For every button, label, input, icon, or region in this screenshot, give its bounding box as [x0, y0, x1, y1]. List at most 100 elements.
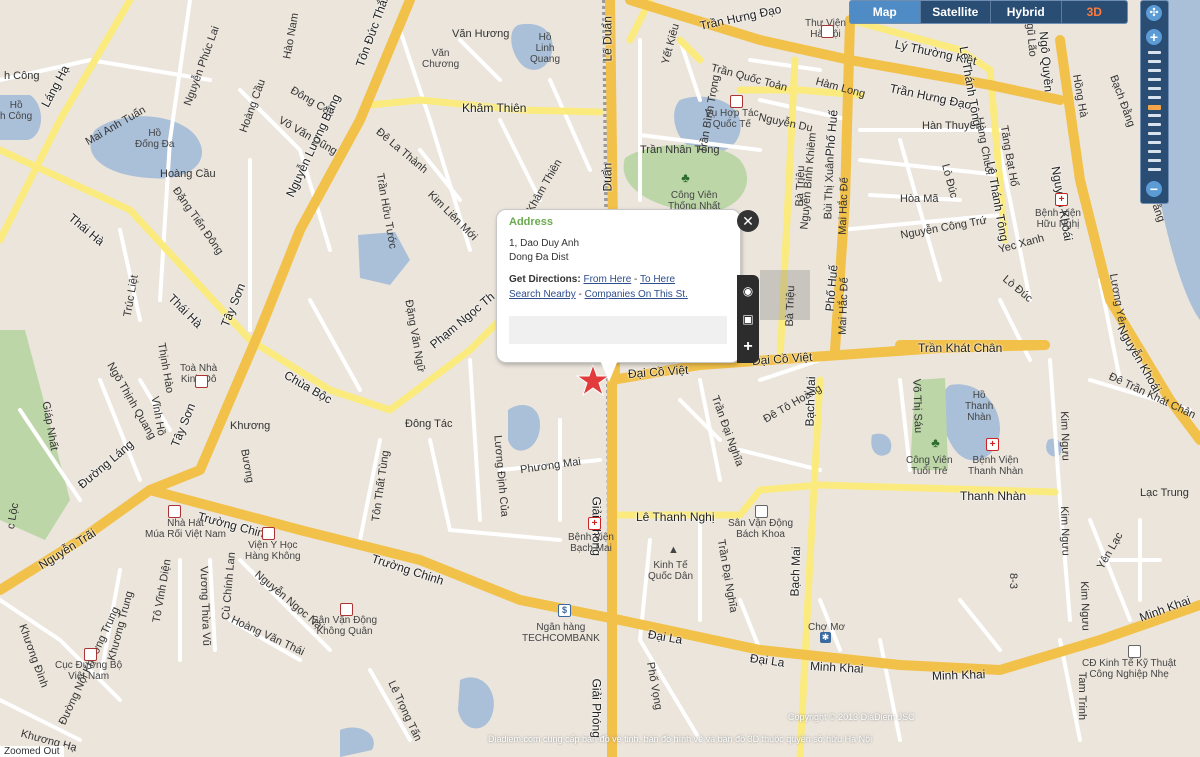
college-icon [1128, 645, 1141, 658]
zoom-tick[interactable] [1148, 168, 1161, 171]
poi-nha-hat[interactable]: Nhà Hát Múa Rối Việt Nam [145, 518, 226, 540]
zoom-tick[interactable] [1148, 96, 1161, 99]
zoom-tick[interactable] [1148, 78, 1161, 81]
separator: - [578, 289, 582, 300]
road-label: h Công [4, 70, 40, 82]
poi-vien-y-hoc[interactable]: Viện Y Học Hàng Không [245, 540, 301, 562]
office-icon [730, 95, 743, 108]
poi-label: Văn Chương [422, 48, 460, 70]
zoom-tick[interactable] [1148, 114, 1161, 117]
road-label: Kim Ngưu [1057, 411, 1072, 461]
satellite-button[interactable]: Satellite [921, 1, 991, 23]
building-icon [195, 375, 208, 388]
camera-icon[interactable]: ▣ [740, 311, 756, 327]
road-label: Bạch Mai [802, 376, 819, 427]
to-here-link[interactable]: To Here [640, 274, 675, 285]
directions-label: Get Directions: [509, 274, 581, 285]
search-nearby-link[interactable]: Search Nearby [509, 289, 576, 300]
stadium-icon [755, 505, 768, 518]
poi-cuc-duong-bo[interactable]: Cục Đường Bộ Việt Nam [55, 660, 122, 682]
poi-svd-bach-khoa[interactable]: Sân Vận Động Bách Khoa [728, 518, 793, 540]
poi-bv-thanh-nhan[interactable]: Bệnh Viện Thanh Nhàn [968, 455, 1023, 477]
road-label: Khương [230, 420, 271, 432]
poi-kinh-te-quoc-dan[interactable]: Kinh Tế Quốc Dân [648, 560, 693, 582]
poi-ho-dong-da[interactable]: Hồ Đống Đa [135, 128, 174, 150]
poi-label: Bệnh Viện Bạch Mai [568, 532, 614, 554]
zoom-tick[interactable] [1148, 69, 1161, 72]
close-icon[interactable]: ✕ [737, 210, 759, 232]
poi-label: Nhà Hát Múa Rối Việt Nam [145, 518, 226, 540]
hybrid-button[interactable]: Hybrid [991, 1, 1062, 23]
add-icon[interactable]: + [740, 339, 756, 355]
school-icon: ▲ [668, 544, 679, 556]
audio-icon[interactable]: ◉ [740, 283, 756, 299]
poi-label: Vụ Hợp Tác Quốc Tế [705, 108, 759, 130]
footer-note: Diadiem.com cung cấp bản đồ vệ tinh, bản… [488, 734, 873, 744]
3d-button[interactable]: 3D [1062, 1, 1128, 23]
road-label: Văn Hương [452, 28, 510, 40]
road-label: Khâm Thiên [462, 101, 527, 115]
zoom-tick[interactable] [1148, 150, 1161, 153]
zoom-tick[interactable] [1148, 141, 1161, 144]
road-label: Đông Tác [405, 418, 453, 430]
poi-label: Hồ Thanh Nhàn [965, 390, 994, 423]
from-here-link[interactable]: From Here [583, 274, 631, 285]
stadium-icon [340, 603, 353, 616]
popup-content-box [509, 316, 727, 344]
poi-label: CĐ Kinh Tế Kỹ Thuật Công Nghiệp Nhẹ [1082, 658, 1177, 680]
road-label: Giải Phóng [589, 678, 604, 738]
zoom-tick[interactable] [1148, 51, 1161, 54]
zoom-tick[interactable] [1148, 132, 1161, 135]
map-button[interactable]: Map [850, 1, 921, 23]
status-badge: Zoomed Out [0, 746, 64, 757]
poi-ho-left[interactable]: Hồ h Công [0, 100, 32, 122]
road-label: Võ Thị Sáu [910, 378, 925, 434]
poi-techcombank[interactable]: Ngân hàng TECHCOMBANK [522, 622, 600, 644]
compass-icon[interactable]: ✣ [1146, 5, 1162, 21]
road-label: Mai Hắc Đế [836, 177, 851, 235]
zoom-tick[interactable] [1148, 123, 1161, 126]
poi-bv-huu-nghi[interactable]: Bệnh Viện Hữu Nghị [1035, 208, 1081, 230]
companies-link[interactable]: Companies On This St. [585, 289, 688, 300]
institute-icon [262, 527, 275, 540]
popup-pointer [600, 360, 618, 382]
road-label: 8-3 [1006, 573, 1019, 589]
road-label: Lê Duẩn [600, 16, 615, 62]
poi-svd-khong-quan[interactable]: Sân Vận Động Không Quân [312, 615, 377, 637]
road-label: Bạch Mai [787, 546, 804, 597]
market-icon: ✱ [820, 632, 831, 643]
separator: - [634, 274, 638, 285]
poi-van-chuong[interactable]: Văn Chương [422, 48, 459, 70]
road-label: Mai Hắc Đế [836, 277, 851, 335]
poi-vu-hop-tac[interactable]: Vụ Hợp Tác Quốc Tế [705, 108, 759, 130]
poi-cv-tuoi-tre[interactable]: Công Viên Tuổi Trẻ [906, 455, 953, 477]
poi-label: Cục Đường Bộ Việt Nam [55, 660, 123, 682]
hospital-icon: + [986, 438, 999, 451]
hospital-icon: + [1055, 193, 1068, 206]
popup-title: Address [509, 216, 554, 228]
poi-label: Sân Vận Động Không Quân [312, 615, 378, 637]
popup-side-tools: ◉ ▣ + [737, 275, 759, 363]
road-label: Minh Khai [809, 659, 864, 676]
poi-label: Hồ Đống Đa [135, 128, 175, 150]
poi-label: Hồ h Công [0, 100, 33, 122]
office-icon [84, 648, 97, 661]
map-type-switcher: Map Satellite Hybrid 3D [849, 0, 1128, 24]
hospital-icon: + [588, 517, 601, 530]
zoom-out-button[interactable]: − [1146, 181, 1162, 197]
tree-icon: ♣ [681, 170, 690, 185]
address-line-1: 1, Dao Duy Anh [509, 238, 580, 249]
road-label: Trần Nhân Tông [640, 144, 720, 156]
popup-address: 1, Dao Duy Anh Dong Đa Dist [509, 237, 579, 265]
poi-ho-thanh-nhan[interactable]: Hồ Thanh Nhàn [965, 390, 993, 423]
zoom-tick[interactable] [1148, 159, 1161, 162]
road-label: Hòa Mã [900, 193, 939, 205]
zoom-tick[interactable] [1148, 87, 1161, 90]
poi-benh-vien-bach-mai[interactable]: Bệnh Viện Bạch Mai [568, 532, 614, 554]
zoom-tick[interactable] [1148, 60, 1161, 63]
zoom-in-button[interactable]: + [1146, 29, 1162, 45]
poi-cd-kinh-te[interactable]: CĐ Kinh Tế Kỹ Thuật Công Nghiệp Nhẹ [1082, 658, 1176, 680]
poi-ho-linh-quang[interactable]: Hồ Linh Quang [530, 32, 560, 65]
zoom-handle[interactable] [1148, 105, 1161, 110]
poi-label: Sân Vận Động Bách Khoa [728, 518, 794, 540]
